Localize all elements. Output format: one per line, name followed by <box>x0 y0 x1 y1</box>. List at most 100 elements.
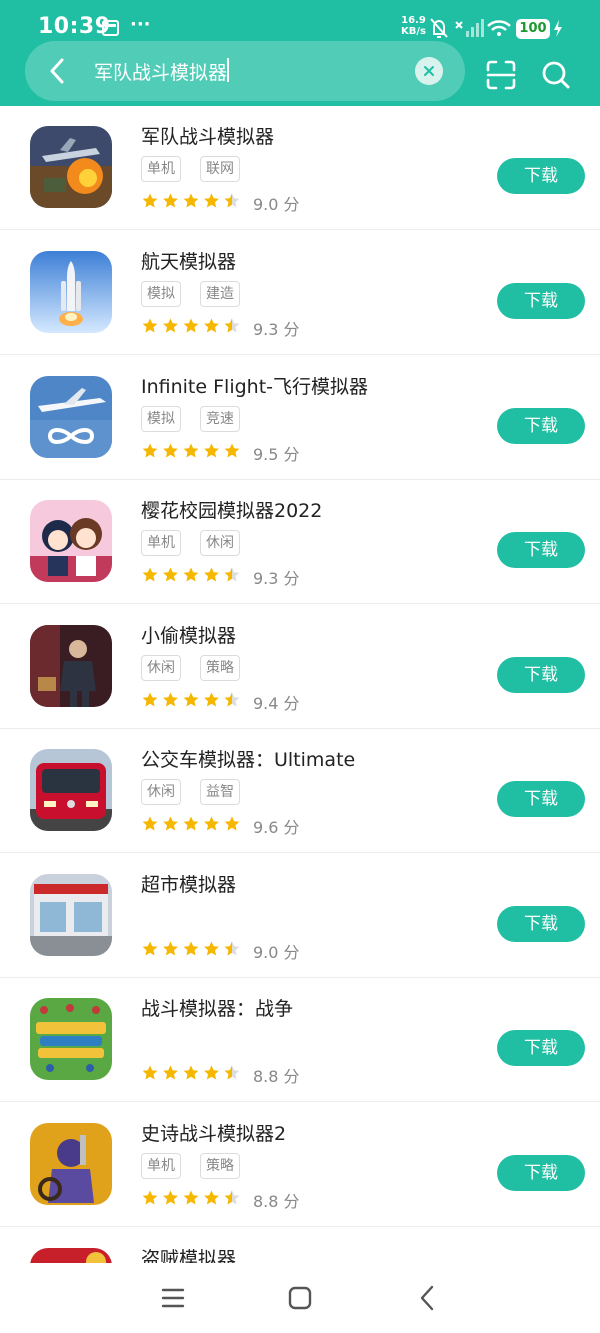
star-full-icon <box>204 941 219 956</box>
star-full-icon <box>142 1065 158 1080</box>
rating-stars <box>142 941 240 956</box>
app-name[interactable]: 公交车模拟器：Ultimate <box>141 745 355 772</box>
app-tag: 策略 <box>200 655 240 681</box>
clear-icon[interactable] <box>415 57 443 85</box>
app-list-item[interactable]: 战斗模拟器：战争 8.8 分 下载 <box>0 978 600 1102</box>
app-list-item[interactable]: 公交车模拟器：Ultimate 休闲 益智 9.6 分 下载 <box>0 729 600 853</box>
back-arrow-icon[interactable] <box>40 52 74 90</box>
star-full-icon <box>183 1065 199 1080</box>
star-full-icon <box>163 567 178 582</box>
system-nav-bar <box>0 1263 600 1333</box>
app-icon-epic-battle-simulator-2[interactable] <box>30 1123 112 1205</box>
app-list-item[interactable]: 樱花校园模拟器2022 单机 休闲 9.3 分 下载 <box>0 480 600 604</box>
back-icon[interactable] <box>413 1283 443 1313</box>
app-tag: 竞速 <box>200 406 240 432</box>
app-icon-robber-simulator[interactable] <box>30 1248 112 1263</box>
star-full-icon <box>163 692 178 707</box>
star-half-icon <box>224 193 240 208</box>
rating-stars <box>142 1190 240 1205</box>
star-full-icon <box>142 318 158 333</box>
star-full-icon <box>142 692 158 707</box>
star-full-icon <box>142 816 158 831</box>
app-icon-sakura-school[interactable] <box>30 500 112 582</box>
network-speed-value: 16.9 <box>401 15 426 26</box>
star-half-icon <box>224 567 240 582</box>
rating-stars <box>142 567 240 582</box>
app-name[interactable]: 史诗战斗模拟器2 <box>141 1119 286 1146</box>
star-full-icon <box>183 1190 199 1205</box>
star-full-icon <box>204 1065 219 1080</box>
star-half-icon <box>224 941 240 956</box>
download-button[interactable]: 下载 <box>497 408 585 444</box>
app-name[interactable]: 超市模拟器 <box>141 870 236 897</box>
star-full-icon <box>204 692 219 707</box>
app-list-item[interactable]: Infinite Flight-飞行模拟器 模拟 竞速 9.5 分 下载 <box>0 356 600 480</box>
star-half-icon <box>224 692 240 707</box>
app-score: 9.6 分 <box>253 818 300 837</box>
download-button[interactable]: 下载 <box>497 1155 585 1191</box>
app-list-item[interactable]: 军队战斗模拟器 单机 联网 9.0 分 下载 <box>0 106 600 230</box>
app-tag: 休闲 <box>141 655 181 681</box>
search-bar[interactable] <box>25 41 465 101</box>
search-input[interactable]: 军队战斗模拟器 <box>94 58 227 85</box>
app-tag: 益智 <box>200 779 240 805</box>
star-full-icon <box>142 941 158 956</box>
app-name[interactable]: 战斗模拟器：战争 <box>141 994 293 1021</box>
star-full-icon <box>204 193 219 208</box>
download-button[interactable]: 下载 <box>497 283 585 319</box>
app-icon-spaceflight[interactable] <box>30 251 112 333</box>
app-name[interactable]: 盗贼模拟器 <box>141 1244 236 1263</box>
menu-icon[interactable] <box>158 1283 188 1313</box>
download-button[interactable]: 下载 <box>497 657 585 693</box>
star-full-icon <box>183 567 199 582</box>
app-list-item[interactable]: 盗贼模拟器 <box>0 1228 600 1263</box>
status-bar: 10:39 ··· 16.9 KB/s 100 <box>0 0 600 40</box>
home-icon[interactable] <box>285 1283 315 1313</box>
app-name[interactable]: 军队战斗模拟器 <box>141 122 274 149</box>
app-list-item[interactable]: 史诗战斗模拟器2 单机 策略 8.8 分 下载 <box>0 1103 600 1227</box>
app-icon-thief-simulator[interactable] <box>30 625 112 707</box>
app-icon-army-battle[interactable] <box>30 126 112 208</box>
star-full-icon <box>224 816 240 831</box>
app-icon-battle-simulator-warfare[interactable] <box>30 998 112 1080</box>
rating-stars <box>142 692 240 707</box>
app-list-item[interactable]: 小偷模拟器 休闲 策略 9.4 分 下载 <box>0 605 600 729</box>
download-button[interactable]: 下载 <box>497 1030 585 1066</box>
app-name[interactable]: 樱花校园模拟器2022 <box>141 496 322 523</box>
signal-off-icon <box>455 19 484 37</box>
status-more: ··· <box>130 14 151 35</box>
app-tag: 模拟 <box>141 281 181 307</box>
star-half-icon <box>224 1190 240 1205</box>
battery-level: 100 <box>516 19 550 39</box>
rating-stars <box>142 193 240 208</box>
app-tag: 模拟 <box>141 406 181 432</box>
rating-stars <box>142 443 240 458</box>
download-button[interactable]: 下载 <box>497 781 585 817</box>
star-full-icon <box>142 567 158 582</box>
app-icon-infinite-flight[interactable] <box>30 376 112 458</box>
app-icon-bus-simulator[interactable] <box>30 749 112 831</box>
star-full-icon <box>163 1065 178 1080</box>
app-list-item[interactable]: 超市模拟器 9.0 分 下载 <box>0 854 600 978</box>
app-name[interactable]: 航天模拟器 <box>141 247 236 274</box>
download-button[interactable]: 下载 <box>497 532 585 568</box>
app-list[interactable]: 军队战斗模拟器 单机 联网 9.0 分 下载 航天模拟器 模拟 建造 9.3 分 <box>0 106 600 1263</box>
status-time: 10:39 <box>38 14 111 39</box>
app-list-item[interactable]: 航天模拟器 模拟 建造 9.3 分 下载 <box>0 231 600 355</box>
app-name[interactable]: Infinite Flight-飞行模拟器 <box>141 372 368 399</box>
star-half-icon <box>224 318 240 333</box>
download-button[interactable]: 下载 <box>497 906 585 942</box>
app-tag: 联网 <box>200 156 240 182</box>
rating-stars <box>142 318 240 333</box>
app-name[interactable]: 小偷模拟器 <box>141 621 236 648</box>
rating-stars <box>142 1065 240 1080</box>
star-full-icon <box>183 193 199 208</box>
charging-icon <box>554 20 562 37</box>
download-button[interactable]: 下载 <box>497 158 585 194</box>
app-score: 9.0 分 <box>253 195 300 214</box>
app-icon-supermarket[interactable] <box>30 874 112 956</box>
search-icon[interactable] <box>539 58 573 92</box>
app-tag: 休闲 <box>141 779 181 805</box>
scan-icon[interactable] <box>484 58 518 92</box>
star-full-icon <box>204 1190 219 1205</box>
